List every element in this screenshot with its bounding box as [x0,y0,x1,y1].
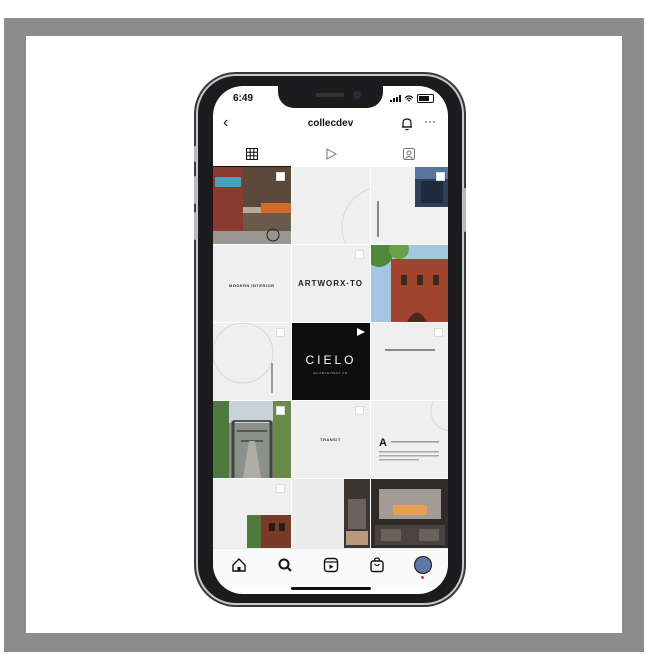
multi-post-icon [355,250,364,259]
post-small-photo[interactable] [213,479,291,556]
artworx-logo-text: ARTWORX·TO [298,279,363,288]
more-options-button[interactable]: ··· [424,114,436,128]
post-vertical-label[interactable] [213,323,291,400]
cielo-title: CIELO [305,353,357,367]
multi-post-icon [276,484,285,493]
post-interior-1[interactable] [292,479,370,556]
reels-icon[interactable] [323,557,339,573]
front-camera [353,91,361,99]
wifi-icon [404,94,414,101]
interior-image [292,479,370,556]
reel-play-icon [357,328,365,336]
post-artworx[interactable]: ARTWORX·TO [292,245,370,322]
signal-icon [390,95,401,102]
home-icon[interactable] [231,557,247,573]
silent-switch [194,146,197,162]
multi-post-icon [276,172,285,181]
post-cafe-storefront[interactable] [213,167,291,244]
post-transit[interactable]: TRANSIT [292,401,370,478]
tab-tagged[interactable] [370,142,448,166]
grid-icon [246,148,258,160]
posts-grid: MODERN INTERIOR ARTWORX·TO CIELO AN ARCH… [213,167,448,556]
multi-post-icon [276,328,285,337]
design-paragraph-lines [379,401,448,461]
profile-header: ‹ collecdev ··· [213,114,448,136]
modern-interior-text: MODERN INTERIOR [229,283,275,288]
tab-posts-grid[interactable] [213,142,291,167]
battery-icon [417,94,434,103]
profile-avatar[interactable] [415,557,431,573]
speaker [316,93,344,97]
volume-up-button [194,176,197,204]
power-button [463,188,466,232]
post-text-vertical[interactable] [292,167,370,244]
status-time: 6:49 [233,93,254,104]
phone-screen: 6:49 ‹ collecdev ··· MODERN INTERIOR ART… [213,86,448,594]
shop-bag-icon[interactable] [369,557,385,573]
profile-tabs [213,142,448,167]
post-text-line[interactable] [371,323,448,400]
volume-down-button [194,212,197,240]
post-city-night[interactable] [371,167,448,244]
notification-dot [421,576,424,579]
post-brick-building[interactable] [371,245,448,322]
transit-text: TRANSIT [320,437,341,442]
post-pergola-walkway[interactable] [213,401,291,478]
multi-post-icon [355,406,364,415]
brick-building-image [371,245,448,322]
multi-post-icon [436,172,445,181]
tab-reels[interactable] [292,142,370,166]
home-indicator [291,587,371,590]
tagged-person-icon [403,148,415,160]
post-letter-a[interactable]: A [371,401,448,478]
play-icon [326,148,337,160]
design-circle-graphic [341,188,370,244]
multi-post-icon [276,406,285,415]
post-interior-2[interactable] [371,479,448,556]
notch [278,86,383,108]
status-icons [390,94,434,103]
interior-image [371,479,448,556]
bottom-navigation [213,548,448,585]
cielo-subtitle: AN ARCHITECT CO. [312,371,350,375]
post-cielo[interactable]: CIELO AN ARCHITECT CO. [292,323,370,400]
notification-bell-icon[interactable] [400,117,414,131]
search-icon[interactable] [277,557,293,573]
post-modern-interior[interactable]: MODERN INTERIOR [213,245,291,322]
multi-post-icon [434,328,443,337]
